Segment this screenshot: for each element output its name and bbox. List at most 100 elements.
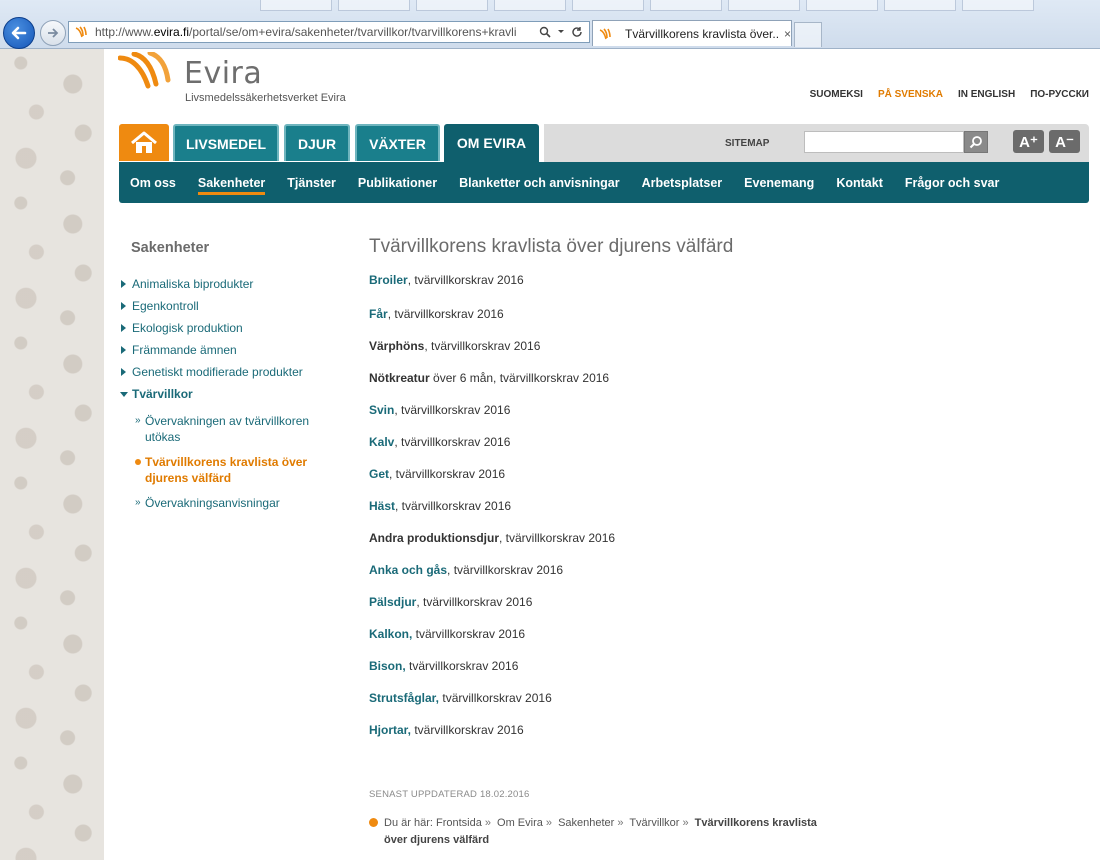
page-title: Tvärvillkorens kravlista över djurens vä… [369,236,734,257]
breadcrumb-link[interactable]: Om Evira [497,817,543,829]
breadcrumb-link[interactable]: Frontsida [436,817,482,829]
requirement-link[interactable]: Andra produktionsdjur [369,531,499,545]
requirement-link[interactable]: Kalkon, [369,627,412,641]
requirement-link[interactable]: Häst [369,499,395,513]
font-decrease-button[interactable]: A⁻ [1049,130,1080,153]
subnav-blanketter[interactable]: Blanketter och anvisningar [459,176,619,190]
requirement-item: Bison, tvärvillkorskrav 2016 [369,659,518,673]
background-tab[interactable] [806,0,878,11]
subnav-evenemang[interactable]: Evenemang [744,176,814,190]
breadcrumb-link[interactable]: Sakenheter [558,817,614,829]
requirement-link[interactable]: Get [369,467,389,481]
url-text: http://www.evira.fi/portal/se/om+evira/s… [95,25,517,39]
sidebar-item[interactable]: Genetiskt modifierade produkter [119,365,334,387]
background-texture [0,49,104,860]
close-icon[interactable]: × [784,27,791,41]
requirement-text: , tvärvillkorskrav 2016 [395,499,512,513]
background-tab[interactable] [494,0,566,11]
requirement-item: Nötkreatur över 6 mån, tvärvillkorskrav … [369,371,609,385]
sidebar-item-label: Animaliska biprodukter [132,277,254,291]
evira-favicon-icon [75,25,89,39]
background-tab[interactable] [416,0,488,11]
requirement-item: Anka och gås, tvärvillkorskrav 2016 [369,563,563,577]
lang-english[interactable]: IN ENGLISH [958,89,1015,100]
requirement-link[interactable]: Pälsdjur [369,595,416,609]
triangle-down-icon [120,392,128,397]
search-button[interactable] [964,131,988,153]
breadcrumb-separator: » [682,817,689,829]
background-tab[interactable] [884,0,956,11]
sidebar: Sakenheter Animaliska biprodukter Egenko… [119,240,334,520]
background-tab[interactable] [260,0,332,11]
breadcrumb-link[interactable]: Tvärvillkor [629,817,679,829]
subnav-tjanster[interactable]: Tjänster [287,176,336,190]
subnav-publikationer[interactable]: Publikationer [358,176,437,190]
lang-svenska[interactable]: PÅ SVENSKA [878,89,943,100]
requirement-item: Broiler, tvärvillkorskrav 2016 [369,273,524,287]
sidebar-item[interactable]: Ekologisk produktion [119,321,334,343]
main-nav: LIVSMEDEL DJUR VÄXTER OM EVIRA SITEMAP A… [119,124,1089,162]
forward-button[interactable] [40,20,66,46]
sidebar-subitem[interactable]: » Övervakningsanvisningar [119,495,330,511]
background-tab[interactable] [962,0,1034,11]
sidebar-subitem[interactable]: » Övervakningen av tvärvillkoren utökas [119,413,330,445]
font-increase-button[interactable]: A⁺ [1013,130,1044,153]
requirement-item: Häst, tvärvillkorskrav 2016 [369,499,511,513]
sidebar-subitem-current[interactable]: Tvärvillkorens kravlista över djurens vä… [119,454,330,486]
subnav-kontakt[interactable]: Kontakt [836,176,883,190]
requirement-link[interactable]: Får [369,307,388,321]
background-tab[interactable] [728,0,800,11]
requirement-link[interactable]: Nötkreatur [369,371,430,385]
search-icon[interactable] [539,26,551,38]
requirement-link[interactable]: Hjortar, [369,723,411,737]
tab-om-evira[interactable]: OM EVIRA [444,124,539,162]
search-icon [969,136,982,149]
address-bar[interactable]: http://www.evira.fi/portal/se/om+evira/s… [68,21,590,43]
home-button[interactable] [119,124,169,161]
requirement-text: , tvärvillkorskrav 2016 [389,467,506,481]
requirement-link[interactable]: Bison, [369,659,406,673]
tab-djur[interactable]: DJUR [284,124,350,161]
triangle-right-icon [121,324,126,332]
background-tab[interactable] [650,0,722,11]
lang-russian[interactable]: ПО-РУССКИ [1030,89,1089,100]
sidebar-item-label: Ekologisk produktion [132,321,243,335]
requirement-link[interactable]: Kalv [369,435,394,449]
subnav-sakenheter[interactable]: Sakenheter [197,176,266,195]
requirement-link[interactable]: Svin [369,403,394,417]
sidebar-item-label: Egenkontroll [132,299,199,313]
requirement-link[interactable]: Anka och gås [369,563,447,577]
sidebar-subitem-label: Övervakningen av tvärvillkoren utökas [145,414,310,444]
raquo-icon: » [135,497,141,508]
arrow-right-icon [48,28,59,38]
subnav-fragor[interactable]: Frågor och svar [905,176,999,190]
requirement-link[interactable]: Broiler [369,273,408,287]
requirement-item: Pälsdjur, tvärvillkorskrav 2016 [369,595,532,609]
background-tab[interactable] [338,0,410,11]
tab-vaxter[interactable]: VÄXTER [355,124,440,161]
refresh-icon[interactable] [571,26,583,38]
subnav-om-oss[interactable]: Om oss [130,176,176,190]
breadcrumb-separator: » [617,817,624,829]
subnav-arbetsplatser[interactable]: Arbetsplatser [642,176,723,190]
evira-logo[interactable]: Evira Livsmedelssäkerhetsverket Evira [118,52,358,108]
search-input[interactable] [804,131,964,153]
back-button[interactable] [3,17,35,49]
new-tab-button[interactable] [794,22,822,47]
sidebar-item-tvarvillkor[interactable]: Tvärvillkor [119,387,334,409]
sitemap-link[interactable]: SITEMAP [725,138,769,149]
sidebar-item[interactable]: Animaliska biprodukter [119,277,334,299]
requirement-link[interactable]: Värphöns [369,339,424,353]
active-browser-tab[interactable]: Tvärvillkorens kravlista över... × [592,20,792,46]
tab-livsmedel[interactable]: LIVSMEDEL [173,124,279,161]
sidebar-item[interactable]: Främmande ämnen [119,343,334,365]
logo-name: Evira [184,56,263,91]
lang-suomeksi[interactable]: SUOMEKSI [810,89,863,100]
sidebar-heading: Sakenheter [131,240,210,256]
sidebar-item[interactable]: Egenkontroll [119,299,334,321]
dropdown-arrow-icon[interactable] [557,28,565,36]
sidebar-subitem-label: Tvärvillkorens kravlista över djurens vä… [145,455,308,485]
background-tab[interactable] [572,0,644,11]
requirement-link[interactable]: Strutsfåglar, [369,691,439,705]
evira-logo-mark-icon [118,52,171,89]
